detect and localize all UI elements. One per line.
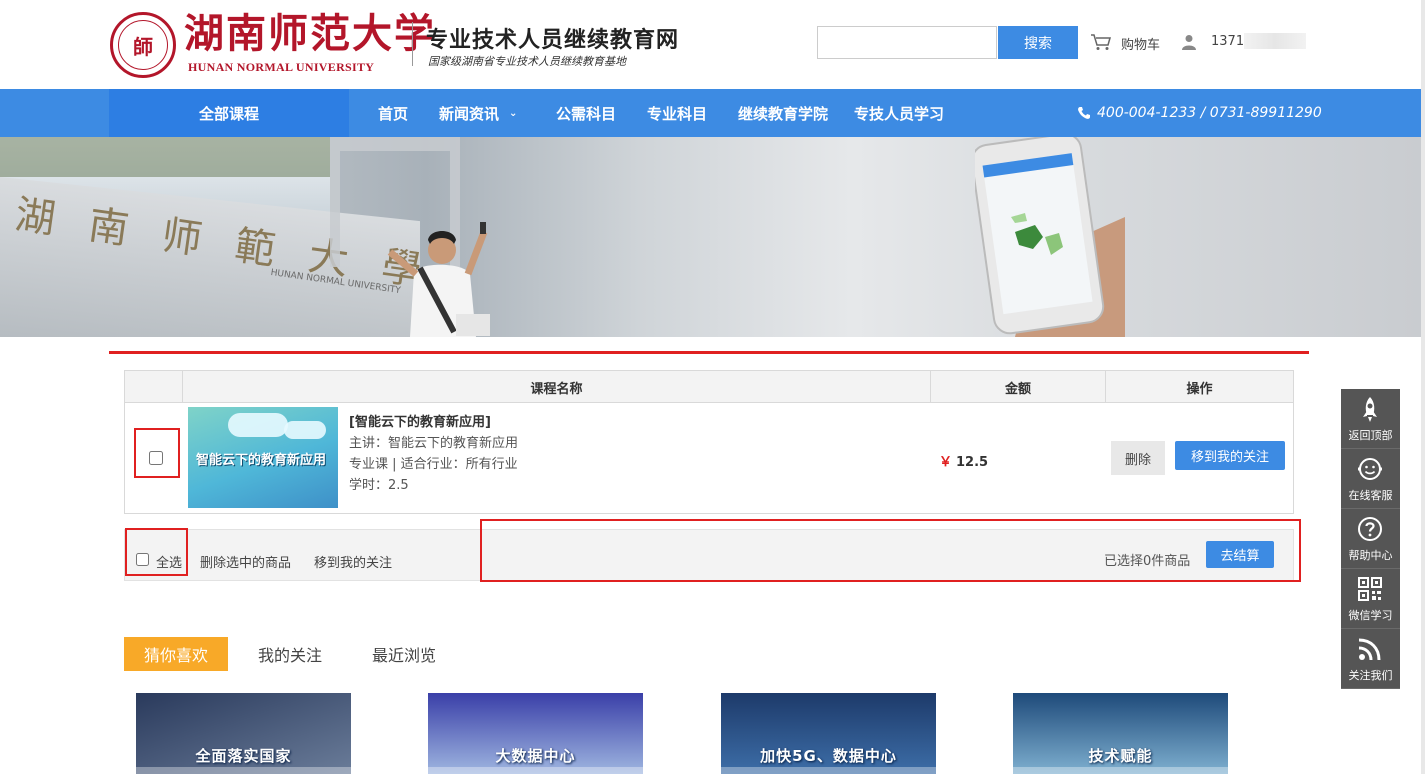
recommended-course-subtitle: [136, 767, 351, 774]
delete-item-button[interactable]: 删除: [1111, 441, 1165, 475]
qr-code-icon: [1358, 577, 1382, 601]
follow-us-button[interactable]: 关注我们: [1341, 629, 1400, 689]
search-button[interactable]: 搜索: [998, 26, 1078, 59]
recommended-course-card[interactable]: 技术赋能: [1013, 693, 1228, 774]
banner-trees: [0, 137, 330, 177]
course-thumbnail[interactable]: 智能云下的教育新应用: [188, 407, 338, 508]
university-name-en: HUNAN NORMAL UNIVERSITY: [188, 60, 375, 74]
chevron-down-icon: ⌄: [509, 107, 518, 119]
cart-table: 课程名称 金额 操作 智能云下的教育新应用 [智能云下的教育新应用] 主讲：智能…: [124, 370, 1294, 514]
follow-us-label: 关注我们: [1348, 669, 1393, 682]
nav-item-news-label: 新闻资讯: [439, 104, 500, 123]
user-account-link[interactable]: 1371: [1211, 34, 1244, 49]
help-center-button[interactable]: 帮助中心: [1341, 509, 1400, 569]
phone-icon: [1078, 107, 1090, 119]
highlight-select-all: [125, 528, 188, 576]
search-input[interactable]: [817, 26, 997, 59]
floating-sidebar: 返回顶部 在线客服 帮助中心 微信学习 关注我们: [1341, 389, 1400, 689]
course-lecturer: 主讲：智能云下的教育新应用: [349, 436, 519, 451]
hotline-number: 400-004-1233 / 0731-89911290: [1097, 105, 1322, 121]
course-name-link[interactable]: [智能云下的教育新应用]: [349, 411, 491, 430]
tab-recently-viewed[interactable]: 最近浏览: [372, 637, 436, 671]
cart-icon[interactable]: [1090, 33, 1112, 51]
recommended-course-title: 技术赋能: [1088, 747, 1153, 765]
currency-symbol: ￥: [939, 455, 953, 470]
header-course-name: 课程名称: [183, 371, 931, 403]
nav-item-staff-learning[interactable]: 专技人员学习: [854, 89, 944, 137]
help-icon: [1358, 517, 1382, 541]
highlight-checkout-area: [480, 519, 1301, 582]
course-hours: 学时：2.5: [349, 478, 409, 493]
rss-icon: [1358, 638, 1381, 661]
site-header: 師 湖南师范大学 HUNAN NORMAL UNIVERSITY 专业技术人员继…: [0, 0, 1425, 89]
help-center-label: 帮助中心: [1348, 549, 1393, 562]
hero-banner[interactable]: 湖南师範大學 HUNAN NORMAL UNIVERSITY: [0, 137, 1421, 337]
thumb-cloud: [284, 421, 326, 439]
nav-item-continuing-education[interactable]: 继续教育学院: [738, 89, 828, 137]
hotline: 400-004-1233 / 0731-89911290: [1077, 89, 1322, 137]
university-name-cn[interactable]: 湖南师范大学: [184, 10, 436, 58]
header-select: [125, 371, 183, 403]
nav-item-home[interactable]: 首页: [378, 89, 408, 137]
course-category: 专业课 | 适合行业：所有行业: [349, 457, 518, 472]
header-amount: 金额: [931, 371, 1106, 403]
rocket-icon: [1363, 397, 1377, 422]
online-service-button[interactable]: 在线客服: [1341, 449, 1400, 509]
site-title: 专业技术人员继续教育网: [426, 27, 680, 53]
nav-all-courses[interactable]: 全部课程: [109, 89, 349, 137]
nav-item-news[interactable]: 新闻资讯 ⌄: [439, 89, 517, 137]
course-thumbnail-title: 智能云下的教育新应用: [196, 453, 327, 468]
main-nav: 全部课程 首页 新闻资讯 ⌄ 公需科目 专业科目 继续教育学院 专技人员学习 4…: [0, 89, 1421, 137]
thumb-cloud: [228, 413, 288, 437]
wechat-learning-label: 微信学习: [1348, 609, 1393, 622]
recommended-course-card[interactable]: 大数据中心: [428, 693, 643, 774]
move-to-favorites-button[interactable]: 移到我的关注: [1175, 441, 1285, 470]
cart-link[interactable]: 购物车: [1121, 34, 1160, 53]
site-subtitle: 国家级湖南省专业技术人员继续教育基地: [428, 55, 626, 68]
header-actions: 操作: [1186, 381, 1213, 397]
logo-divider: [412, 22, 413, 66]
user-icon: [1182, 35, 1196, 50]
redacted-username: [1244, 33, 1306, 49]
recommended-course-title: 大数据中心: [495, 747, 576, 765]
recommended-course-title: 全面落实国家: [195, 747, 292, 765]
banner-student-illustration: [387, 222, 490, 337]
recommended-course-title: 加快5G、数据中心: [760, 747, 897, 765]
nav-item-professional-subjects[interactable]: 专业科目: [647, 89, 707, 137]
recommended-course-card[interactable]: 加快5G、数据中心: [721, 693, 936, 774]
page-scrollbar[interactable]: [1421, 0, 1425, 774]
customer-service-icon: [1358, 458, 1382, 480]
delete-selected-link[interactable]: 删除选中的商品: [200, 552, 291, 571]
cart-table-header: 课程名称 金额 操作: [125, 371, 1293, 403]
online-service-label: 在线客服: [1348, 489, 1393, 502]
nav-item-public-subjects[interactable]: 公需科目: [556, 89, 616, 137]
tab-guess-you-like[interactable]: 猜你喜欢: [124, 637, 228, 671]
price-value: 12.5: [956, 455, 989, 470]
wechat-learning-button[interactable]: 微信学习: [1341, 569, 1400, 629]
recommended-course-card[interactable]: 全面落实国家: [136, 693, 351, 774]
section-divider: [109, 351, 1309, 354]
tab-my-favorites[interactable]: 我的关注: [258, 637, 322, 671]
recommended-course-subtitle: [1013, 767, 1228, 774]
seal-inner: 師: [118, 20, 168, 70]
university-seal-logo[interactable]: 師: [110, 12, 176, 78]
back-to-top-button[interactable]: 返回顶部: [1341, 389, 1400, 449]
item-price: ￥ 12.5: [939, 451, 988, 470]
recommended-course-subtitle: [721, 767, 936, 774]
move-selected-to-favorites-link[interactable]: 移到我的关注: [314, 552, 392, 571]
back-to-top-label: 返回顶部: [1348, 429, 1393, 442]
highlight-item-checkbox: [134, 428, 180, 478]
banner-smartphone-illustration: [975, 137, 1125, 337]
recommended-course-subtitle: [428, 767, 643, 774]
